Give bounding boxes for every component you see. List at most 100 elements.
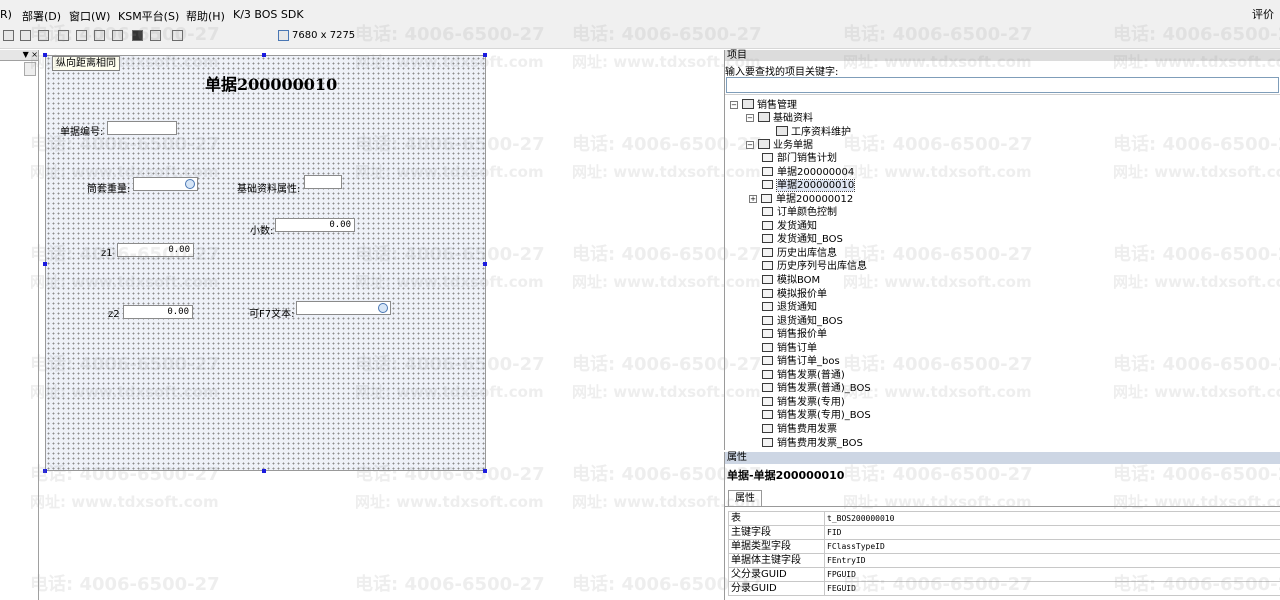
property-value[interactable]: FPGUID [824,567,1280,582]
z2-field[interactable]: 0.00 [123,305,193,319]
resize-handle[interactable] [483,469,487,473]
tree-item[interactable]: 销售订单 [762,342,817,355]
menu-item-window[interactable]: 窗口(W) [69,8,110,24]
form-title[interactable]: 单据200000010 [205,71,337,95]
f7-field[interactable] [296,301,391,315]
basic-attr-field[interactable] [304,175,342,189]
menu-right-text[interactable]: 评价 [1252,6,1274,22]
tree-item[interactable]: 销售发票(专用) [762,396,845,409]
left-panel-button[interactable] [24,62,36,76]
z1-label[interactable]: z1 [101,248,113,259]
property-key: 单据体主键字段 [728,553,825,568]
tree-item[interactable]: 销售费用发票_BOS [762,437,863,450]
menu-item-deploy[interactable]: 部署(D) [22,8,61,24]
z1-field[interactable]: 0.00 [117,243,194,257]
tree-item[interactable]: 退货通知_BOS [762,315,843,328]
toolbar: 7680 x 7275 [0,24,1280,49]
watermark-site: 网址: www.tdxsoft.com [30,493,219,511]
module-icon [742,99,754,109]
tree-item[interactable]: 销售发票(专用)_BOS [762,410,871,422]
resize-handle[interactable] [43,469,47,473]
resize-handle[interactable] [483,53,487,57]
tree-node-basic[interactable]: − 基础资料 [746,112,813,125]
tree-item[interactable]: 销售费用发票 [762,424,837,436]
tree-item[interactable]: 部门销售计划 [762,153,837,165]
menu-item-r[interactable]: R) [0,8,12,21]
tree-item[interactable]: 退货通知 [762,302,817,314]
tree-node-process-data[interactable]: 工序资料维护 [776,126,851,139]
property-value[interactable]: t_BOS200000010 [824,511,1280,526]
tab-order-icon[interactable] [150,30,161,41]
lookup-icon[interactable] [185,179,195,189]
tree-item[interactable]: 模拟报价单 [762,288,827,301]
weight-label[interactable]: 筒套重量: [87,180,130,195]
tree-item[interactable]: 发货通知_BOS [762,234,843,246]
property-row[interactable]: 主键字段 FID [728,525,1280,540]
properties-panel-caption: 属性 [725,452,1280,464]
property-value[interactable]: FEntryID [824,553,1280,568]
basic-attr-label[interactable]: 基础资料属性: [237,180,300,195]
align-top-icon[interactable] [58,30,69,41]
tab-properties[interactable]: 属性 [728,490,762,507]
same-width-icon[interactable] [76,30,87,41]
project-panel-caption: 项目 [725,50,1280,61]
document-icon [762,369,773,379]
menu-item-help[interactable]: 帮助(H) [186,8,225,24]
tree-item[interactable]: + 单据200000012 [749,193,853,206]
tree-item[interactable]: 销售发票(普通)_BOS [762,383,871,395]
property-value[interactable]: FID [824,525,1280,540]
decimal-field[interactable]: 0.00 [275,218,355,232]
tree-item[interactable]: 单据200000010 [762,179,856,193]
search-hint-label: 输入要查找的项目关键字: [725,67,839,78]
property-key: 分录GUID [728,581,825,596]
property-value[interactable]: FClassTypeID [824,539,1280,554]
resize-handle[interactable] [43,53,47,57]
bill-no-field[interactable] [107,121,177,135]
design-canvas[interactable] [45,55,486,471]
decimal-label[interactable]: 小数: [250,222,273,237]
tree-item[interactable]: 发货通知 [762,220,817,233]
resize-handle[interactable] [262,469,266,473]
align-center-icon[interactable] [20,30,31,41]
document-icon [762,396,773,406]
property-row[interactable]: 表 t_BOS200000010 [728,511,1280,526]
lock-icon[interactable] [132,30,143,41]
property-row[interactable]: 分录GUID FEGUID [728,581,1280,596]
menu-item-bos-sdk[interactable]: K/3 BOS SDK [233,8,304,21]
menu-item-ksm[interactable]: KSM平台(S) [118,8,179,24]
tree-item[interactable]: 历史序列号出库信息 [762,261,867,273]
resize-handle[interactable] [43,262,47,266]
align-right-icon[interactable] [38,30,49,41]
resize-handle[interactable] [483,262,487,266]
tree-item[interactable]: 订单颜色控制 [762,207,837,219]
tree-item[interactable]: 销售报价单 [762,329,827,341]
z2-label[interactable]: z2 [108,309,120,320]
tree-item[interactable]: 单据200000004 [762,166,854,179]
property-key: 主键字段 [728,525,825,540]
resize-handle[interactable] [262,53,266,57]
align-icon[interactable] [3,30,14,41]
tree-item[interactable]: 销售发票(普通) [762,369,845,382]
property-row[interactable]: 单据体主键字段 FEntryID [728,553,1280,568]
tree-node-business[interactable]: − 业务单据 [746,139,813,152]
grid-icon[interactable] [172,30,183,41]
tree-item[interactable]: 销售订单_bos [762,356,840,368]
same-size-icon[interactable] [112,30,123,41]
property-key: 单据类型字段 [728,539,825,554]
tree-node-root[interactable]: − 销售管理 [730,99,797,112]
f7-label[interactable]: 可F7文本: [249,305,294,320]
lookup-icon[interactable] [378,303,388,313]
property-value[interactable]: FEGUID [824,581,1280,596]
weight-field[interactable] [133,177,198,191]
property-row[interactable]: 单据类型字段 FClassTypeID [728,539,1280,554]
property-row[interactable]: 父分录GUID FPGUID [728,567,1280,582]
tree-item[interactable]: 模拟BOM [762,274,820,287]
search-input[interactable] [726,77,1279,93]
size-readout: 7680 x 7275 [292,30,356,41]
folder-icon [758,139,770,149]
bill-no-label[interactable]: 单据编号: [60,123,103,138]
left-panel-header[interactable]: ▼ × [0,50,38,61]
document-icon [762,356,773,366]
tree-item[interactable]: 历史出库信息 [762,247,837,260]
same-height-icon[interactable] [94,30,105,41]
